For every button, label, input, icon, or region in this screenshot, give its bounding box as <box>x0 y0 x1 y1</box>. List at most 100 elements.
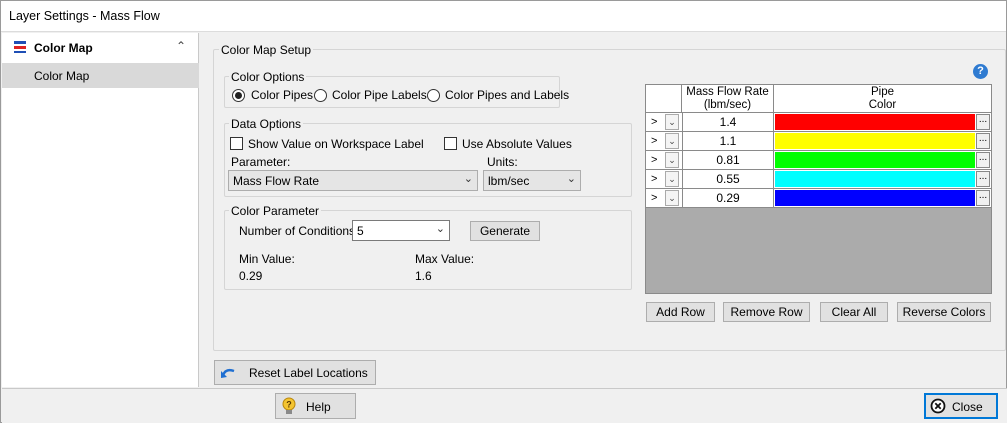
help-bulb-icon: ? <box>282 397 296 414</box>
max-value: 1.6 <box>415 269 432 283</box>
row-selector: > <box>651 173 658 185</box>
grid-header-color-line2: Color <box>868 99 897 111</box>
add-row-label: Add Row <box>656 305 705 319</box>
sidebar-header-color-map[interactable]: Color Map ⌃ <box>2 33 199 63</box>
grid-header-value-line2: (lbm/sec) <box>703 99 752 111</box>
table-row[interactable]: > ⌄ 0.29 ... <box>646 189 991 208</box>
add-row-button[interactable]: Add Row <box>646 302 715 322</box>
data-options-legend: Data Options <box>229 117 304 131</box>
color-options-legend: Color Options <box>229 70 307 84</box>
grid-header: Mass Flow Rate (lbm/sec) Pipe Color <box>646 85 991 113</box>
sidebar-item-color-map[interactable]: Color Map <box>2 63 199 88</box>
table-row[interactable]: > ⌄ 0.55 ... <box>646 170 991 189</box>
generate-button[interactable]: Generate <box>470 221 540 241</box>
clear-all-label: Clear All <box>831 305 877 319</box>
color-picker-button[interactable]: ... <box>976 171 990 187</box>
row-value[interactable]: 0.81 <box>682 151 774 170</box>
color-pipes-radio[interactable] <box>232 89 245 102</box>
sidebar: Color Map ⌃ Color Map <box>2 33 199 387</box>
absolute-values-checkbox[interactable] <box>444 137 457 150</box>
table-row[interactable]: > ⌄ 1.1 ... <box>646 132 991 151</box>
color-pipes-and-labels-label: Color Pipes and Labels <box>445 88 570 102</box>
parameter-value: Mass Flow Rate <box>233 174 320 188</box>
row-value[interactable]: 1.1 <box>682 132 774 151</box>
row-selector: > <box>651 154 658 166</box>
max-value-label: Max Value: <box>415 252 475 266</box>
row-value[interactable]: 0.55 <box>682 170 774 189</box>
color-swatch[interactable] <box>775 190 975 206</box>
grid-header-selector <box>646 85 682 113</box>
min-value: 0.29 <box>239 269 263 283</box>
show-value-checkbox[interactable] <box>230 137 243 150</box>
units-dropdown[interactable]: lbm/sec ⌄ <box>483 170 581 191</box>
reset-label-locations-label: Reset Label Locations <box>249 366 368 380</box>
color-map-icon <box>14 41 26 53</box>
row-value[interactable]: 0.29 <box>682 189 774 208</box>
grid-header-color-line1: Pipe <box>870 86 895 98</box>
parameter-dropdown[interactable]: Mass Flow Rate ⌄ <box>228 170 478 191</box>
chevron-down-icon: ⌄ <box>435 223 445 235</box>
row-selector: > <box>651 192 658 204</box>
remove-row-button[interactable]: Remove Row <box>723 302 810 322</box>
help-button[interactable]: ? Help <box>275 393 356 419</box>
chevron-down-icon: ⌄ <box>463 173 473 185</box>
remove-row-label: Remove Row <box>730 305 803 319</box>
absolute-values-label: Use Absolute Values <box>462 137 572 151</box>
conditions-label: Number of Conditions: <box>239 224 359 238</box>
color-pipes-label: Color Pipes <box>251 88 314 102</box>
table-row[interactable]: > ⌄ 1.4 ... <box>646 113 991 132</box>
grid-header-value-line1: Mass Flow Rate <box>686 86 769 98</box>
question-icon[interactable]: ? <box>973 64 988 79</box>
reverse-colors-button[interactable]: Reverse Colors <box>897 302 991 322</box>
color-picker-button[interactable]: ... <box>976 190 990 206</box>
color-pipes-and-labels-radio[interactable] <box>427 89 440 102</box>
color-picker-button[interactable]: ... <box>976 152 990 168</box>
conditions-value: 5 <box>357 224 364 238</box>
chevron-down-icon[interactable]: ⌄ <box>665 171 679 187</box>
color-map-grid: Mass Flow Rate (lbm/sec) Pipe Color > ⌄ … <box>645 84 992 294</box>
table-row[interactable]: > ⌄ 0.81 ... <box>646 151 991 170</box>
color-swatch[interactable] <box>775 171 975 187</box>
grid-header-color: Pipe Color <box>774 85 991 113</box>
window-title: Layer Settings - Mass Flow <box>9 9 160 23</box>
chevron-up-icon[interactable]: ⌃ <box>176 39 186 53</box>
close-button[interactable]: Close <box>924 393 998 419</box>
chevron-down-icon[interactable]: ⌄ <box>665 114 679 130</box>
color-pipe-labels-label: Color Pipe Labels <box>332 88 427 102</box>
reverse-colors-label: Reverse Colors <box>902 305 986 319</box>
conditions-dropdown[interactable]: 5 ⌄ <box>352 220 450 241</box>
undo-arrow-icon <box>221 368 235 378</box>
close-label: Close <box>952 400 983 414</box>
svg-text:?: ? <box>286 400 292 410</box>
layer-settings-window: Layer Settings - Mass Flow Color Map ⌃ C… <box>0 0 1007 423</box>
row-selector: > <box>651 116 658 128</box>
title-bar: Layer Settings - Mass Flow <box>1 1 1006 32</box>
color-swatch[interactable] <box>775 114 975 130</box>
color-picker-button[interactable]: ... <box>976 114 990 130</box>
color-pipe-labels-radio[interactable] <box>314 89 327 102</box>
sidebar-item-label: Color Map <box>34 69 90 83</box>
color-map-setup-title: Color Map Setup <box>219 43 314 57</box>
clear-all-button[interactable]: Clear All <box>820 302 888 322</box>
units-label: Units: <box>487 155 518 169</box>
units-value: lbm/sec <box>488 174 530 188</box>
help-label: Help <box>306 400 331 414</box>
dialog-footer: ? Help Close <box>2 388 1007 423</box>
min-value-label: Min Value: <box>239 252 295 266</box>
row-value[interactable]: 1.4 <box>682 113 774 132</box>
color-swatch[interactable] <box>775 152 975 168</box>
color-picker-button[interactable]: ... <box>976 133 990 149</box>
chevron-down-icon: ⌄ <box>566 173 576 185</box>
generate-label: Generate <box>479 224 531 238</box>
grid-header-value: Mass Flow Rate (lbm/sec) <box>682 85 774 113</box>
row-selector: > <box>651 135 658 147</box>
reset-label-locations-button[interactable]: Reset Label Locations <box>214 360 376 385</box>
chevron-down-icon[interactable]: ⌄ <box>665 133 679 149</box>
chevron-down-icon[interactable]: ⌄ <box>665 152 679 168</box>
chevron-down-icon[interactable]: ⌄ <box>665 190 679 206</box>
color-parameter-legend: Color Parameter <box>229 204 322 218</box>
show-value-label: Show Value on Workspace Label <box>248 137 424 151</box>
color-swatch[interactable] <box>775 133 975 149</box>
sidebar-header-label: Color Map <box>34 41 93 55</box>
parameter-label: Parameter: <box>231 155 291 169</box>
